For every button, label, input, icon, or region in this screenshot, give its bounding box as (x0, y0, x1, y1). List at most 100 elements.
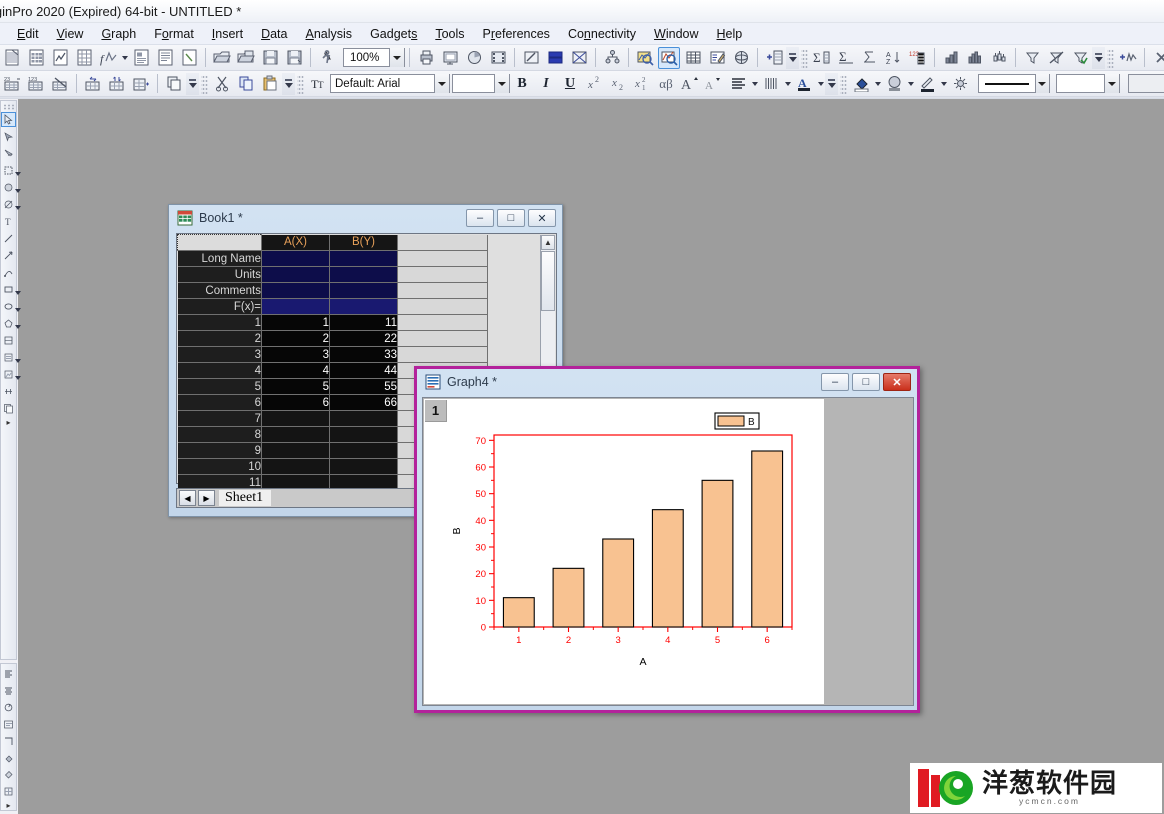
row-header[interactable]: 8 (177, 426, 262, 443)
save-template-icon[interactable] (283, 47, 305, 69)
tools-palette-expand[interactable]: ▸ (1, 418, 16, 427)
print-icon[interactable] (415, 47, 437, 69)
legend[interactable]: B (714, 412, 760, 430)
row-header[interactable]: 7 (177, 410, 262, 427)
data-cell[interactable]: 5 (261, 378, 330, 395)
lasso-tool-icon[interactable] (1, 146, 16, 161)
line-style-combo[interactable] (1056, 74, 1120, 93)
bucket-tool-icon[interactable] (1, 768, 16, 783)
scroll-thumb[interactable] (541, 251, 555, 311)
data-cell[interactable] (261, 410, 330, 427)
font-dropdown-icon[interactable] (434, 74, 449, 93)
bar[interactable] (502, 597, 535, 628)
row-header[interactable]: 9 (177, 442, 262, 459)
toolbar-grip[interactable] (801, 47, 808, 68)
histogram-icon[interactable] (964, 47, 986, 69)
data-cell[interactable]: 4 (261, 362, 330, 379)
graph4-canvas[interactable]: 0 10 20 30 40 50 60 70 1 2 3 4 5 6 A B B 1 (424, 399, 824, 704)
data-cell[interactable]: 6 (261, 394, 330, 411)
fill-color-dropdown-icon[interactable] (873, 73, 882, 95)
data-cell[interactable]: 2 (261, 330, 330, 347)
meta-cell[interactable] (261, 250, 330, 267)
new-excel-icon[interactable] (178, 47, 200, 69)
bar-chart[interactable]: 0 10 20 30 40 50 60 70 1 2 3 4 5 6 A B B (424, 399, 824, 704)
export-video-icon[interactable] (487, 47, 509, 69)
pattern-icon[interactable] (883, 73, 905, 95)
data-cell[interactable] (329, 426, 398, 443)
region-select-icon[interactable] (1, 333, 16, 348)
toolbar-overflow-button-2[interactable] (1092, 46, 1105, 69)
menu-window[interactable]: Window (645, 25, 707, 43)
graph4-title-bar[interactable]: Graph4 * – □ ✕ (417, 369, 917, 395)
delete-column-icon[interactable] (49, 73, 71, 95)
graph4-maximize-button[interactable]: □ (852, 373, 880, 391)
annotate-icon[interactable] (520, 47, 542, 69)
column-header[interactable]: B(Y) (329, 234, 398, 251)
bar[interactable] (602, 538, 635, 628)
toolbar-grip-2[interactable] (1107, 47, 1114, 68)
3d-rotate-icon[interactable] (730, 47, 752, 69)
image-tool-icon[interactable] (1, 367, 21, 382)
row-header[interactable]: 10 (177, 458, 262, 475)
line-color-icon[interactable] (916, 73, 938, 95)
duplicate-icon[interactable] (163, 73, 185, 95)
extract-layers-icon[interactable] (568, 47, 590, 69)
meta-cell[interactable] (329, 250, 398, 267)
book1-maximize-button[interactable]: □ (497, 209, 525, 227)
menu-gadgets[interactable]: Gadgets (361, 25, 426, 43)
arrow-select-tool-icon[interactable] (1, 129, 16, 144)
underline-icon[interactable]: U (559, 73, 581, 95)
ellipse-tool-icon[interactable] (1, 299, 21, 314)
rotate-icon[interactable] (1, 701, 16, 716)
fill-tool-icon[interactable] (1, 751, 16, 766)
swap-columns-icon[interactable] (106, 73, 128, 95)
open-excel-icon[interactable] (235, 47, 257, 69)
copy-icon[interactable] (235, 73, 257, 95)
rectangle-tool-icon[interactable] (1, 282, 21, 297)
graph4-close-button[interactable]: ✕ (883, 373, 911, 391)
column-header[interactable]: A(X) (261, 234, 330, 251)
align-icon[interactable] (727, 73, 749, 95)
data-selector-icon[interactable] (682, 47, 704, 69)
filter-icon[interactable] (1021, 47, 1043, 69)
print-preview-icon[interactable] (439, 47, 461, 69)
menu-preferences[interactable]: Preferences (474, 25, 559, 43)
line-width-combo[interactable] (978, 74, 1050, 93)
edit-toolbar-overflow[interactable] (282, 72, 295, 95)
graph4-page[interactable]: 0 10 20 30 40 50 60 70 1 2 3 4 5 6 A B B 1 (422, 397, 914, 706)
object-edit-palette[interactable]: ▸ (0, 663, 17, 811)
add-function-curve-icon[interactable] (1117, 47, 1139, 69)
mask-tool-icon[interactable] (1, 180, 21, 195)
italic-icon[interactable]: I (535, 73, 557, 95)
worksheet-corner-cell[interactable] (177, 234, 262, 251)
move-column-left-icon[interactable] (82, 73, 104, 95)
data-reader-icon[interactable] (634, 47, 656, 69)
cut-icon[interactable] (211, 73, 233, 95)
remove-filter-icon[interactable] (1045, 47, 1067, 69)
scale-tool-icon[interactable] (1, 384, 16, 399)
fill-color-icon[interactable] (850, 73, 872, 95)
screen-reader-icon[interactable] (658, 46, 680, 69)
new-function-plot-icon[interactable]: f (97, 47, 119, 69)
line-color-dropdown-icon[interactable] (939, 73, 948, 95)
menu-data[interactable]: Data (252, 25, 296, 43)
bar[interactable] (651, 509, 684, 628)
book1-close-button[interactable]: ✕ (528, 209, 556, 227)
sum-icon[interactable]: Σ (811, 47, 833, 69)
edit-formula-icon[interactable] (706, 47, 728, 69)
new-matrix-icon[interactable] (73, 47, 95, 69)
grid-tool-icon[interactable] (1, 784, 16, 799)
x-axis-icon[interactable] (1150, 47, 1164, 69)
meta-cell[interactable] (261, 282, 330, 299)
data-cell[interactable]: 3 (261, 346, 330, 363)
meta-cell[interactable] (261, 298, 330, 315)
region-tool-icon[interactable] (1, 163, 21, 178)
align-center-icon[interactable] (1, 684, 16, 699)
row-header[interactable]: 2 (177, 330, 262, 347)
pattern-dropdown-icon[interactable] (906, 73, 915, 95)
stats-column-icon[interactable]: Σ (835, 47, 857, 69)
menu-graph[interactable]: Graph (92, 25, 145, 43)
data-display-icon[interactable] (1, 350, 21, 365)
zoom-combo[interactable]: 100% (343, 48, 405, 67)
row-header[interactable]: 3 (177, 346, 262, 363)
